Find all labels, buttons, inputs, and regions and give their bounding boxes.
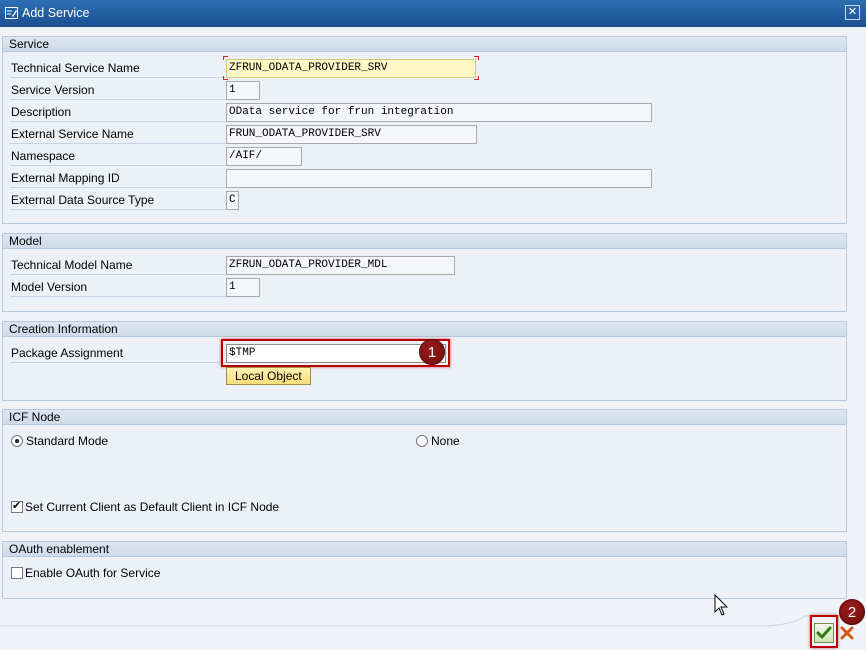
- namespace-field[interactable]: /AIF/: [226, 147, 302, 166]
- service-version-label: Service Version: [10, 80, 226, 100]
- service-group: Service Technical Service Name ZFRUN_ODA…: [2, 36, 847, 224]
- cancel-button[interactable]: [838, 623, 858, 643]
- external-service-name-field[interactable]: FRUN_ODATA_PROVIDER_SRV: [226, 125, 477, 144]
- technical-model-name-field[interactable]: ZFRUN_ODATA_PROVIDER_MDL: [226, 256, 455, 275]
- technical-service-name-field[interactable]: ZFRUN_ODATA_PROVIDER_SRV: [226, 59, 476, 78]
- technical-model-name-label: Technical Model Name: [10, 255, 226, 275]
- close-icon[interactable]: ✕: [845, 5, 860, 20]
- description-field[interactable]: OData service for frun integration: [226, 103, 652, 122]
- model-heading: Model: [3, 234, 846, 249]
- external-mapping-id-label: External Mapping ID: [10, 168, 226, 188]
- creation-information-group: Creation Information Package Assignment …: [2, 321, 847, 401]
- package-assignment-label: Package Assignment: [10, 343, 226, 363]
- dialog-footer: [0, 614, 866, 650]
- footer-divider: [0, 615, 866, 627]
- standard-mode-label: Standard Mode: [26, 434, 109, 448]
- description-label: Description: [10, 102, 226, 122]
- cancel-x-icon: [840, 626, 854, 640]
- default-client-checkbox[interactable]: ✔: [11, 500, 23, 513]
- step-2-badge: 2: [839, 599, 865, 625]
- window-titlebar: Add Service ✕: [0, 0, 866, 27]
- mouse-pointer-icon: [714, 594, 729, 616]
- checkmark-icon: [816, 626, 832, 639]
- none-label: None: [431, 434, 460, 448]
- enable-oauth-label: Enable OAuth for Service: [25, 566, 161, 580]
- icf-node-group: ICF Node Standard Mode None ✔ Set Curren…: [2, 409, 847, 532]
- oauth-group: OAuth enablement Enable OAuth for Servic…: [2, 541, 847, 599]
- confirm-button[interactable]: [814, 623, 834, 643]
- focus-marker-br: [474, 76, 479, 80]
- window-title: Add Service: [22, 6, 90, 20]
- default-client-label: Set Current Client as Default Client in …: [25, 500, 280, 514]
- external-mapping-id-field[interactable]: [226, 169, 652, 188]
- step-1-badge: 1: [419, 339, 445, 365]
- oauth-heading: OAuth enablement: [3, 542, 846, 557]
- focus-marker-tr: [474, 56, 479, 60]
- model-version-label: Model Version: [10, 277, 226, 297]
- service-heading: Service: [3, 37, 846, 52]
- technical-service-name-label: Technical Service Name: [10, 58, 226, 78]
- focus-marker-tl: [223, 56, 228, 60]
- external-data-source-type-field[interactable]: C: [226, 191, 239, 210]
- dialog-content: Service Technical Service Name ZFRUN_ODA…: [0, 27, 866, 650]
- service-version-field[interactable]: 1: [226, 81, 260, 100]
- external-service-name-label: External Service Name: [10, 124, 226, 144]
- model-version-field[interactable]: 1: [226, 278, 260, 297]
- window-form-icon: [5, 7, 18, 19]
- icf-node-heading: ICF Node: [3, 410, 846, 425]
- none-radio[interactable]: [416, 435, 428, 447]
- local-object-button[interactable]: Local Object: [226, 367, 311, 385]
- standard-mode-radio[interactable]: [11, 435, 23, 447]
- external-data-source-type-label: External Data Source Type: [10, 190, 226, 210]
- namespace-label: Namespace: [10, 146, 226, 166]
- enable-oauth-checkbox[interactable]: [11, 567, 23, 579]
- package-field-highlight: [221, 339, 450, 367]
- creation-information-heading: Creation Information: [3, 322, 846, 337]
- model-group: Model Technical Model Name ZFRUN_ODATA_P…: [2, 233, 847, 312]
- checkmark-glyph: ✔: [12, 500, 22, 512]
